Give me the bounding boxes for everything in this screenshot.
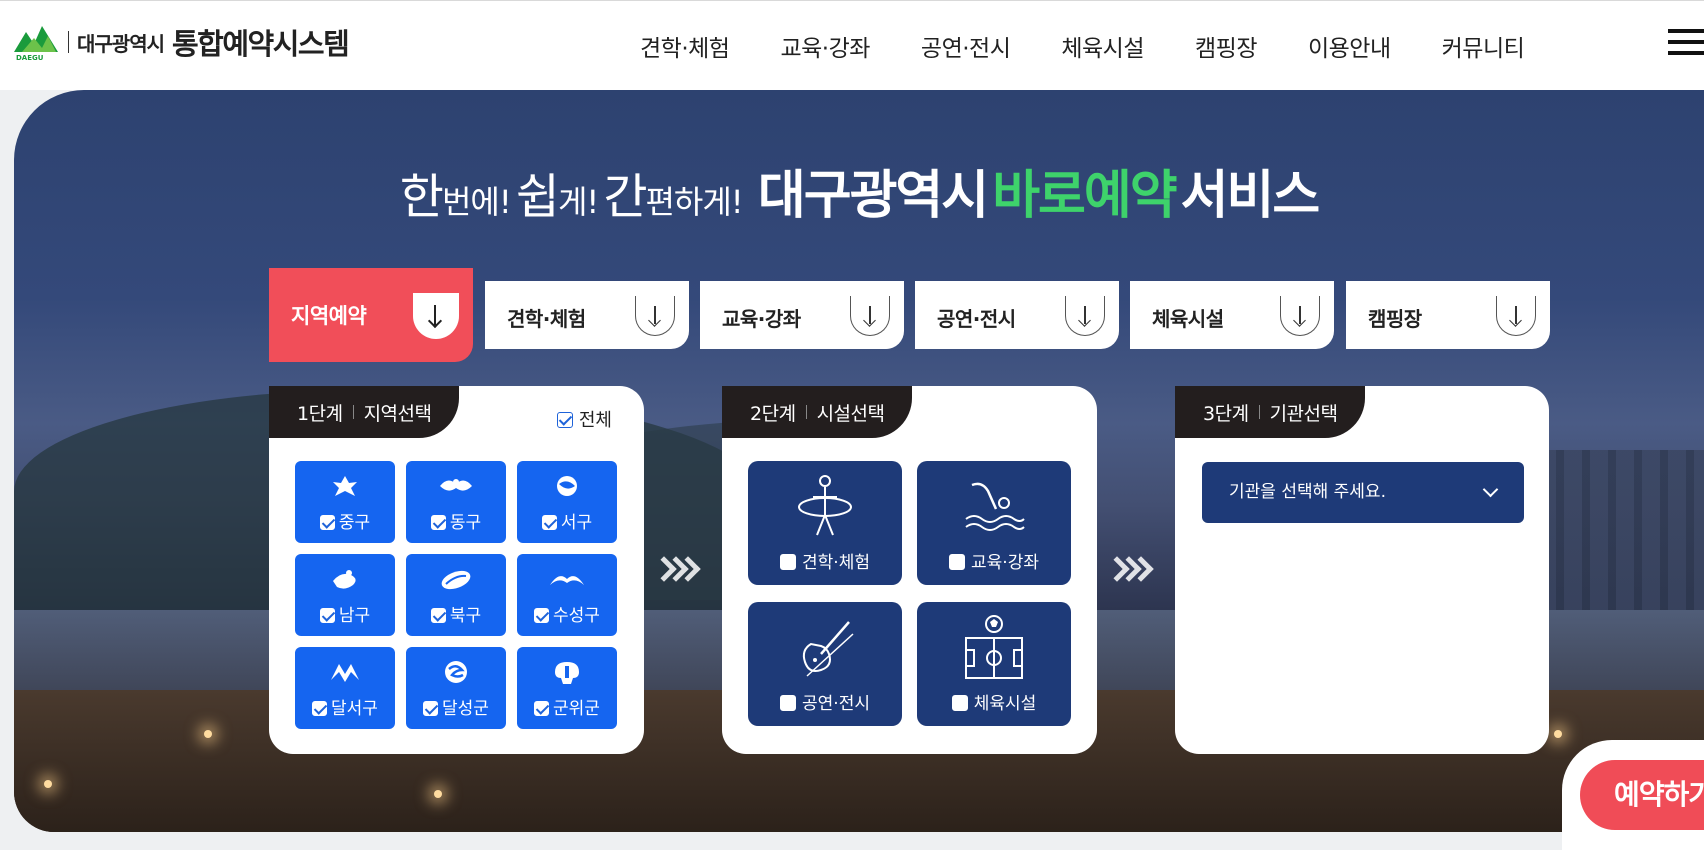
dalseo-gu-emblem-icon [331, 664, 359, 682]
site-header: DAEGU 대구광역시 통합예약시스템 견학·체험 교육·강좌 공연·전시 체육… [0, 0, 1704, 90]
region-dong-gu[interactable]: 동구 [406, 461, 506, 543]
category-tabs: 지역예약 견학·체험 교육·강좌 공연·전시 체육시설 캠핑장 [269, 268, 1550, 363]
step3-header: 3단계 기관선택 [1175, 386, 1366, 438]
arrow-down-icon [635, 296, 675, 336]
tab-camping[interactable]: 캠핑장 [1346, 281, 1550, 349]
step2-header: 2단계 시설선택 [722, 386, 913, 438]
nav-item-performance[interactable]: 공연·전시 [921, 29, 1011, 63]
tab-sports[interactable]: 체육시설 [1130, 281, 1334, 349]
facility-education[interactable]: 교육·강좌 [917, 461, 1071, 585]
gunwi-gun-emblem-icon [555, 662, 579, 684]
dong-gu-emblem-icon [440, 479, 472, 491]
step3-institution-panel: 3단계 기관선택 기관을 선택해 주세요. [1175, 386, 1549, 754]
tour-experience-icon [798, 475, 852, 536]
nav-item-education[interactable]: 교육·강좌 [780, 29, 870, 63]
tab-education[interactable]: 교육·강좌 [700, 281, 904, 349]
region-dalseo-gu[interactable]: 달서구 [295, 647, 395, 729]
tab-tour[interactable]: 견학·체험 [485, 281, 689, 349]
daegu-emblem-icon: DAEGU [12, 22, 62, 62]
main-nav: 견학·체험 교육·강좌 공연·전시 체육시설 캠핑장 이용안내 커뮤니티 [640, 29, 1575, 63]
institution-select[interactable]: 기관을 선택해 주세요. [1202, 462, 1524, 523]
arrow-down-icon [1280, 296, 1320, 336]
facility-performance[interactable]: 공연·전시 [748, 602, 902, 726]
violin-icon [802, 621, 854, 677]
soccer-field-icon [965, 615, 1023, 679]
tab-performance[interactable]: 공연·전시 [915, 281, 1119, 349]
checkbox-icon [556, 412, 573, 428]
dalseong-gun-emblem-icon [445, 661, 467, 683]
step1-header: 1단계 지역선택 [269, 386, 460, 438]
reserve-button[interactable]: 예약하기 [1580, 760, 1704, 830]
region-suseong-gu[interactable]: 수성구 [517, 554, 617, 636]
next-step-arrows-icon [1104, 555, 1154, 585]
logo-city-name: 대구광역시 [77, 31, 165, 56]
arrow-down-icon [1496, 296, 1536, 336]
facility-sports[interactable]: 체육시설 [917, 602, 1071, 726]
logo-system-name: 통합예약시스템 [172, 27, 350, 61]
region-jung-gu[interactable]: 중구 [295, 461, 395, 543]
region-seo-gu[interactable]: 서구 [517, 461, 617, 543]
emblem-text: DAEGU [16, 54, 44, 62]
arrow-down-icon [413, 293, 459, 339]
arrow-down-icon [1065, 296, 1105, 336]
logo-divider [68, 31, 69, 53]
menu-icon[interactable] [1668, 29, 1704, 55]
step2-facility-panel: 2단계 시설선택 견학·체험 교육·강좌 공연·전시 체육시설 [722, 386, 1097, 754]
arrow-down-icon [850, 296, 890, 336]
nam-gu-emblem-icon [333, 570, 356, 589]
jung-gu-emblem-icon [333, 476, 357, 496]
hero-headline: 한번에! 쉽게! 간편하게! 대구광역시 바로예약 서비스 [399, 166, 1320, 226]
seo-gu-emblem-icon [557, 476, 577, 496]
site-logo[interactable]: DAEGU 대구광역시 통합예약시스템 [12, 21, 350, 63]
region-buk-gu[interactable]: 북구 [406, 554, 506, 636]
select-all-checkbox[interactable]: 전체 [556, 406, 612, 432]
region-gunwi-gun[interactable]: 군위군 [517, 647, 617, 729]
region-dalseong-gun[interactable]: 달성군 [406, 647, 506, 729]
nav-item-camping[interactable]: 캠핑장 [1195, 29, 1257, 63]
nav-item-sports[interactable]: 체육시설 [1061, 29, 1144, 63]
chevron-down-icon [1482, 481, 1499, 498]
nav-item-community[interactable]: 커뮤니티 [1442, 29, 1525, 63]
step1-region-panel: 1단계 지역선택 전체 중구 동구 서구 남구 북구 수성구 달서구 달성군 군위… [269, 386, 644, 754]
swimming-icon [965, 482, 1025, 531]
nav-item-guide[interactable]: 이용안내 [1308, 29, 1391, 63]
tab-region[interactable]: 지역예약 [269, 268, 473, 362]
nav-item-tour[interactable]: 견학·체험 [640, 29, 730, 63]
next-step-arrows-icon [651, 555, 701, 585]
region-nam-gu[interactable]: 남구 [295, 554, 395, 636]
buk-gu-emblem-icon [441, 570, 471, 590]
suseong-gu-emblem-icon [550, 576, 584, 585]
facility-tour[interactable]: 견학·체험 [748, 461, 902, 585]
